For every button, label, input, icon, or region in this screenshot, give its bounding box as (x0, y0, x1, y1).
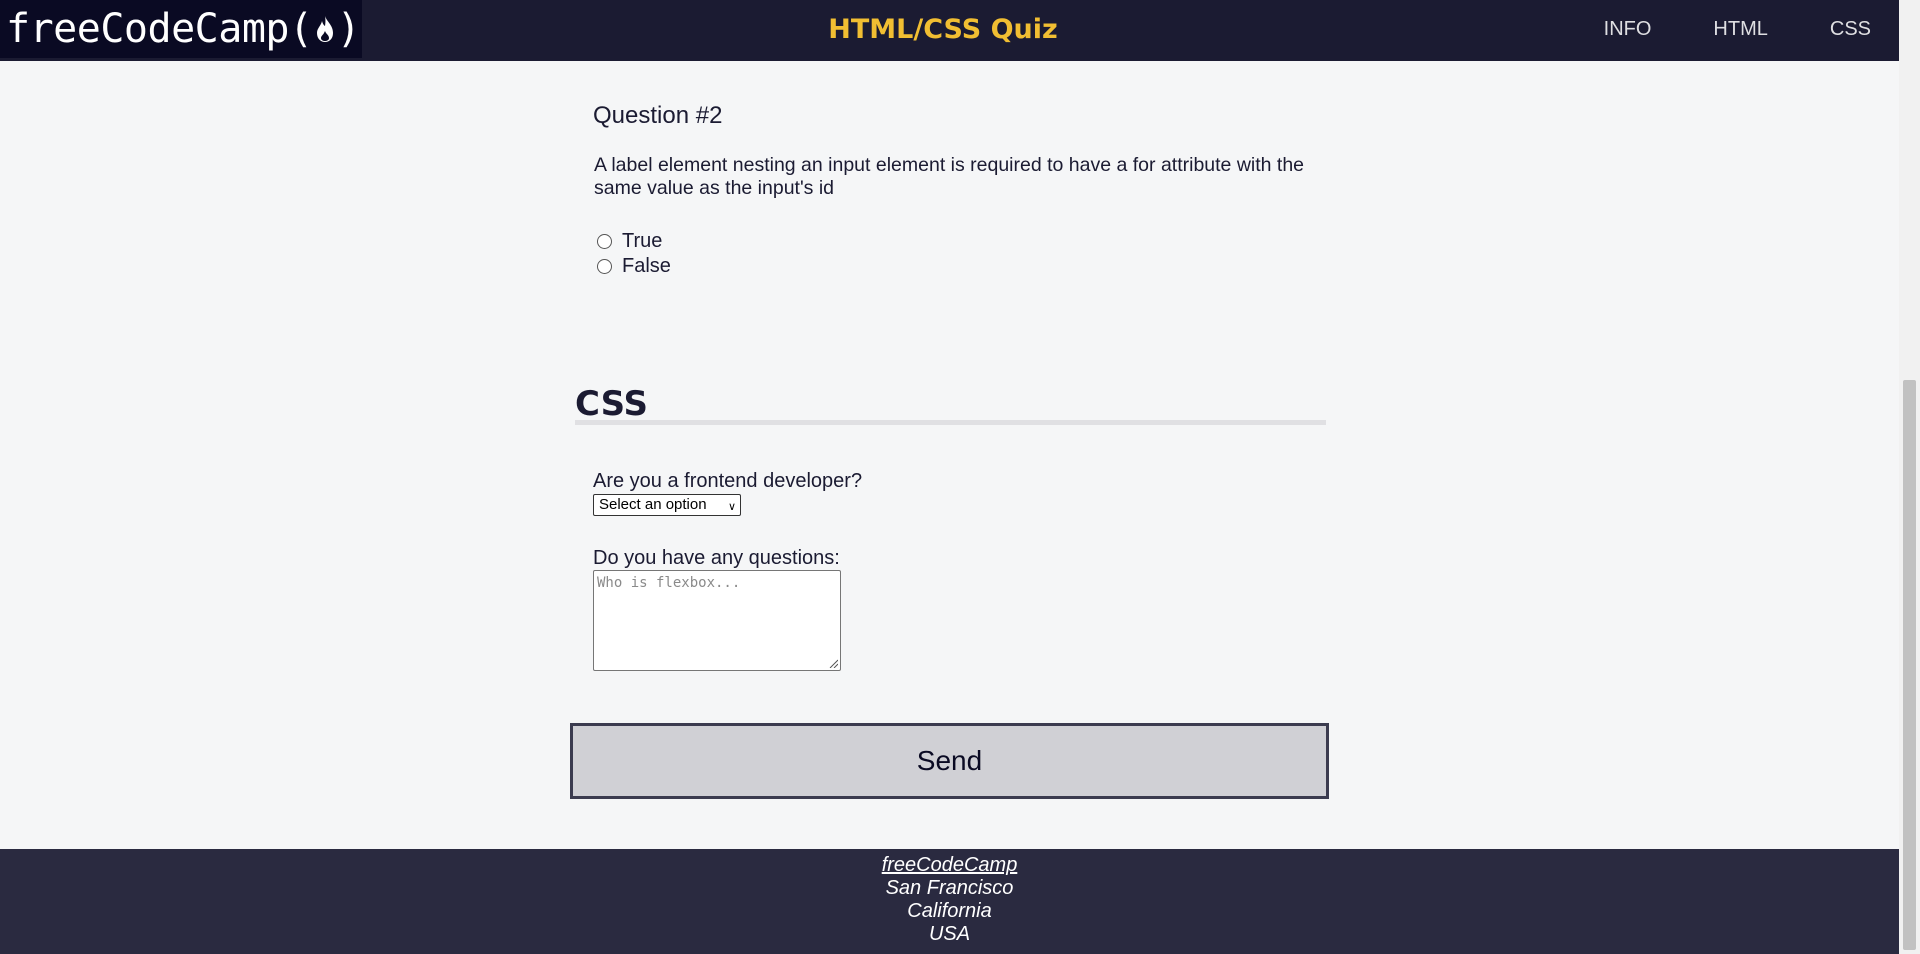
question-text: A label element nesting an input element… (594, 154, 1305, 199)
section-divider (575, 420, 1326, 425)
option-true[interactable]: True (597, 230, 662, 253)
option-true-label: True (622, 230, 663, 252)
frontend-label: Are you a frontend developer? (593, 470, 863, 492)
chevron-down-icon: ∨ (727, 501, 736, 513)
frontend-select-value: Select an option (599, 496, 707, 513)
send-button[interactable]: Send (570, 723, 1329, 799)
questions-textarea[interactable]: Who is flexbox... (593, 570, 841, 671)
nav-link-info[interactable]: INFO (1604, 18, 1652, 41)
radio-false[interactable] (597, 259, 612, 274)
question-title: Question #2 (593, 102, 723, 129)
footer: freeCodeCamp San Francisco California US… (0, 849, 1899, 954)
footer-state: California (907, 900, 992, 922)
questions-textarea-placeholder: Who is flexbox... (597, 575, 741, 591)
radio-true[interactable] (597, 234, 612, 249)
section-heading-css: CSS (575, 384, 649, 424)
page: freeCodeCamp() HTML/CSS Quiz INFO HTML C… (0, 0, 1920, 954)
resize-handle-icon[interactable] (829, 659, 838, 668)
scrollbar-thumb[interactable] (1903, 380, 1916, 950)
footer-link[interactable]: freeCodeCamp (882, 854, 1018, 876)
nav: INFO HTML CSS (1542, 0, 1871, 58)
nav-link-css[interactable]: CSS (1830, 18, 1871, 41)
option-false[interactable]: False (597, 255, 671, 278)
option-false-label: False (622, 255, 671, 277)
nav-link-html[interactable]: HTML (1713, 18, 1767, 41)
frontend-select[interactable]: Select an option ∨ (593, 494, 741, 516)
header: freeCodeCamp() HTML/CSS Quiz INFO HTML C… (0, 0, 1899, 61)
footer-city: San Francisco (885, 877, 1014, 899)
questions-label: Do you have any questions: (593, 547, 840, 569)
scrollbar[interactable] (1899, 0, 1920, 954)
footer-country: USA (928, 923, 971, 945)
